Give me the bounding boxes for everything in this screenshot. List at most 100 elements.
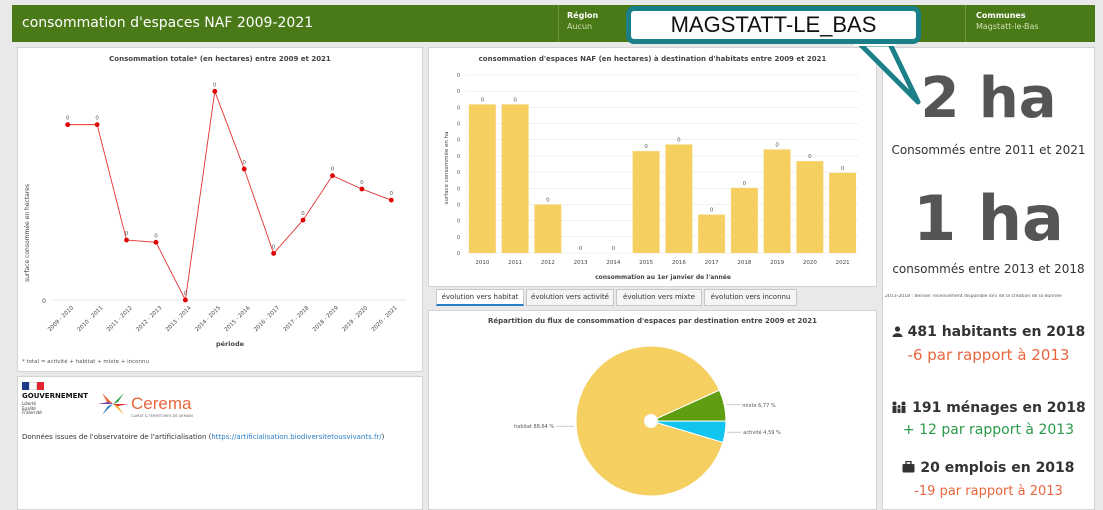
kpi-emplois-delta: -19 par rapport à 2013 (914, 484, 1063, 499)
x-tick-label: 2016 - 2017 (253, 305, 281, 333)
kpi-habitants-text: 481 habitants en 2018 (907, 324, 1086, 340)
habitat-bar (829, 172, 857, 253)
data-point (241, 166, 247, 172)
filter-region-label: Région (567, 11, 599, 20)
pie-slice-label: activité 4,59 % (743, 429, 781, 436)
y-tick-label: 0 (457, 122, 460, 128)
y-tick-label: 0 (457, 186, 460, 192)
habitat-bar (763, 149, 791, 253)
x-tick-label: 2019 (770, 260, 784, 266)
data-label: 0 (154, 233, 158, 239)
data-point (124, 237, 129, 243)
data-label: 0 (775, 142, 779, 148)
total-chart-xlabel: période (216, 340, 245, 348)
x-tick-label: 2013 (574, 260, 588, 266)
data-point (212, 88, 218, 94)
pie-panel: Répartition du flux de consommation d'es… (428, 310, 877, 510)
source-text-prefix: Données issues de l'observatoire de l'ar… (22, 433, 212, 441)
header-divider (965, 5, 966, 42)
commune-callout: MAGSTATT-LE_BAS (626, 6, 921, 44)
gov-label: GOUVERNEMENT (22, 392, 88, 400)
data-label: 0 (213, 82, 217, 88)
total-chart-ytick: 0 (42, 298, 46, 305)
y-tick-label: 0 (457, 73, 460, 79)
kpi-menages-text: 191 ménages en 2018 (912, 400, 1086, 416)
data-point (300, 217, 306, 223)
x-tick-label: 2017 - 2018 (283, 305, 311, 333)
habitat-bar (632, 151, 660, 253)
habitat-bar (501, 104, 529, 253)
y-tick-label: 0 (457, 154, 460, 160)
data-label: 0 (66, 116, 70, 122)
filter-region[interactable]: Région Aucun (567, 11, 598, 31)
y-tick-label: 0 (457, 138, 460, 144)
kpi-habitants: 481 habitants en 2018 (883, 324, 1094, 340)
data-label: 0 (272, 244, 276, 250)
x-tick-label: 2014 - 2015 (194, 305, 222, 333)
data-point (94, 122, 100, 128)
kpi-panel: 2 ha Consommés entre 2011 et 2021 1 ha c… (882, 47, 1095, 510)
x-tick-label: 2020 - 2021 (371, 305, 399, 333)
kpi-note: 2013-2018 : dernier recensement disponib… (885, 294, 1062, 299)
data-label: 0 (184, 291, 188, 297)
briefcase-icon (902, 460, 915, 473)
family-icon (892, 401, 906, 413)
y-tick-label: 0 (457, 219, 460, 225)
y-tick-label: 0 (457, 235, 460, 241)
data-label: 0 (677, 137, 681, 143)
data-label: 0 (841, 166, 845, 172)
data-label: 0 (125, 231, 129, 237)
source-link[interactable]: https://artificialisation.biodiversiteto… (211, 433, 381, 441)
x-tick-label: 2013 - 2014 (165, 305, 193, 333)
filter-communes[interactable]: Communes Magstatt-le-Bas (976, 11, 1039, 31)
data-label: 0 (743, 181, 747, 187)
x-tick-label: 2012 - 2013 (135, 305, 163, 333)
total-chart-ylabel: surface consommée en hectares (24, 184, 31, 282)
x-tick-label: 2009 - 2010 (47, 305, 75, 333)
kpi-recent-value: 1 ha (913, 182, 1064, 255)
data-point (153, 239, 159, 245)
x-tick-label: 2012 (541, 260, 555, 266)
tab-activite[interactable]: évolution vers activité (526, 289, 614, 306)
pie-center-hole (644, 414, 658, 428)
gov-motto: Liberté Égalité Fraternité (22, 401, 42, 416)
pie-slice-label: mixte 6,77 % (742, 403, 776, 409)
habitat-bar (730, 187, 758, 253)
data-label: 0 (644, 144, 648, 150)
data-point (65, 122, 71, 128)
person-icon (892, 326, 903, 337)
tab-habitat[interactable]: évolution vers habitat (436, 289, 524, 306)
tab-mixte[interactable]: évolution vers mixte (616, 289, 702, 306)
cerema-logo-icon (98, 393, 128, 415)
habitat-panel: consommation d'espaces NAF (en hectares)… (428, 47, 877, 287)
data-label: 0 (360, 180, 364, 186)
pie-slice-label: habitat 88,64 % (514, 424, 554, 430)
x-tick-label: 2010 - 2011 (77, 305, 105, 333)
app-title: consommation d'espaces NAF 2009-2021 (22, 15, 314, 31)
app-header: consommation d'espaces NAF 2009-2021 Rég… (12, 5, 1095, 42)
x-tick-label: 2020 (803, 260, 817, 266)
kpi-total-caption: Consommés entre 2011 et 2021 (891, 143, 1086, 157)
y-tick-label: 0 (457, 105, 460, 111)
header-divider (558, 5, 559, 42)
habitat-bar (796, 161, 824, 253)
data-label: 0 (579, 246, 583, 252)
filter-communes-label: Communes (976, 11, 1026, 20)
y-tick-label: 0 (457, 202, 460, 208)
x-tick-label: 2017 (705, 260, 719, 266)
tab-inconnu[interactable]: évolution vers inconnu (704, 289, 797, 306)
data-label: 0 (242, 160, 246, 166)
filter-region-value: Aucun (567, 22, 593, 31)
data-label: 0 (301, 211, 305, 217)
x-tick-label: 2014 (606, 260, 620, 266)
data-label: 0 (331, 167, 335, 173)
kpi-habitants-delta: -6 par rapport à 2013 (907, 346, 1070, 364)
x-tick-label: 2015 - 2016 (224, 305, 252, 333)
total-line-chart: surface consommée en hectares 0 période … (24, 82, 406, 348)
destination-pie-chart: habitat 88,64 % mixte 6,77 % activité 4,59… (514, 345, 781, 497)
data-label: 0 (546, 198, 550, 204)
x-tick-label: 2018 - 2019 (312, 305, 340, 333)
y-tick-label: 0 (457, 251, 460, 257)
cerema-tagline: CLIMAT & TERRITOIRES DE DEMAIN (131, 414, 193, 418)
data-label: 0 (612, 246, 616, 252)
